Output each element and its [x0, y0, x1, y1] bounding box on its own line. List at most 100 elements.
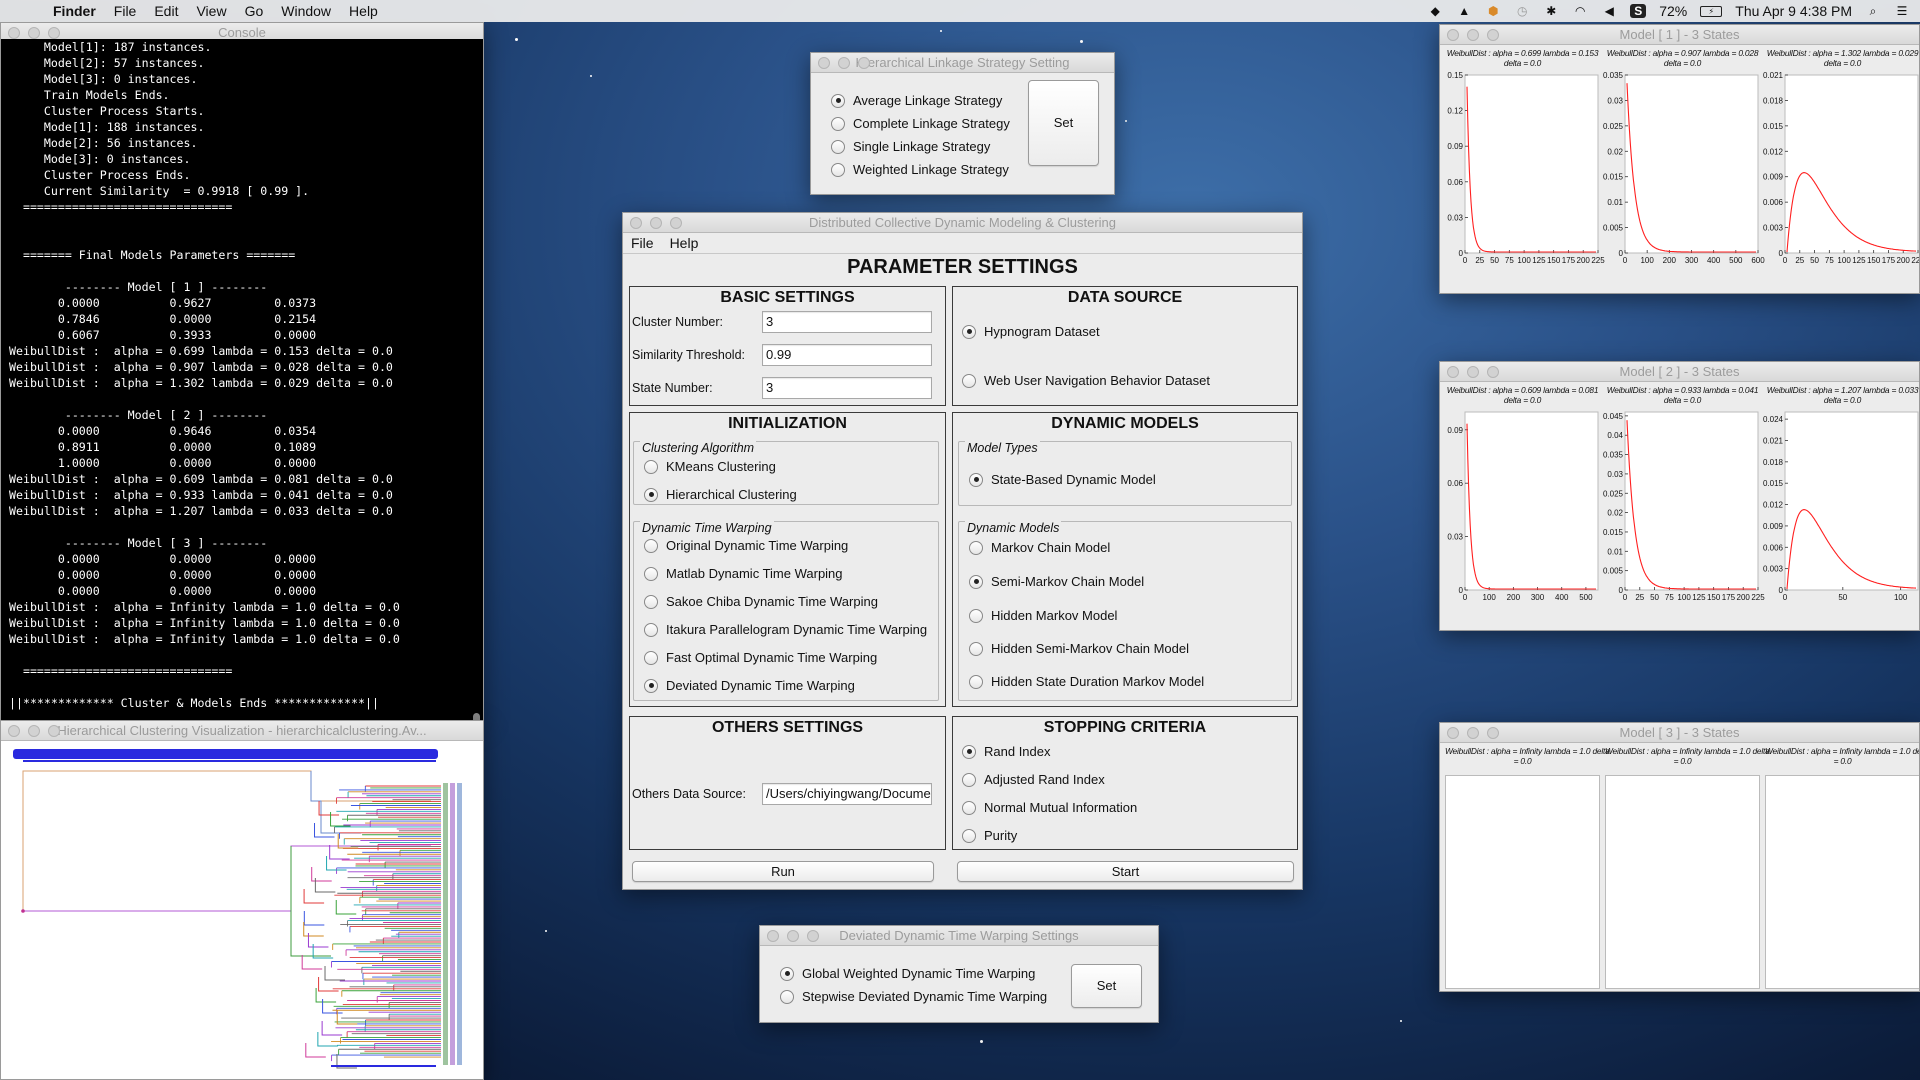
- zoom-button[interactable]: [1487, 29, 1499, 41]
- minimize-button[interactable]: [28, 27, 40, 39]
- y-tick-label: 0.09: [1447, 142, 1463, 151]
- menu-edit[interactable]: Edit: [145, 3, 187, 19]
- zoom-button[interactable]: [48, 725, 60, 737]
- radio-itakura-dtw[interactable]: Itakura Parallelogram Dynamic Time Warpi…: [644, 622, 927, 637]
- model-3-titlebar[interactable]: Model [ 3 ] - 3 States: [1440, 723, 1919, 743]
- model-1-titlebar[interactable]: Model [ 1 ] - 3 States: [1440, 25, 1919, 45]
- others-data-source-field[interactable]: /Users/chiyingwang/Docume: [762, 783, 932, 805]
- menu-window[interactable]: Window: [272, 3, 340, 19]
- model-2-titlebar[interactable]: Model [ 2 ] - 3 States: [1440, 362, 1919, 382]
- close-button[interactable]: [8, 27, 20, 39]
- notification-center-icon[interactable]: ☰: [1894, 4, 1910, 18]
- radio-rand-index[interactable]: Rand Index: [962, 744, 1051, 759]
- minimize-button[interactable]: [650, 217, 662, 229]
- volume-icon[interactable]: ◀: [1601, 4, 1617, 18]
- close-button[interactable]: [8, 725, 20, 737]
- time-machine-icon[interactable]: ◷: [1514, 4, 1530, 18]
- radio-purity[interactable]: Purity: [962, 828, 1017, 843]
- dendrogram-canvas[interactable]: [1, 741, 483, 1079]
- state-number-field[interactable]: 3: [762, 377, 932, 399]
- radio-hidden-state-duration[interactable]: Hidden State Duration Markov Model: [969, 674, 1204, 689]
- radio-original-dtw[interactable]: Original Dynamic Time Warping: [644, 538, 848, 553]
- cluster-number-field[interactable]: 3: [762, 311, 932, 333]
- radio-semi-markov-chain[interactable]: Semi-Markov Chain Model: [969, 574, 1144, 589]
- ddtw-set-button[interactable]: Set: [1071, 964, 1142, 1008]
- dropbox-icon[interactable]: ◆: [1427, 4, 1443, 18]
- menu-go[interactable]: Go: [236, 3, 273, 19]
- minimize-button[interactable]: [1467, 727, 1479, 739]
- menu-file[interactable]: File: [105, 3, 146, 19]
- radio-normal-mutual-information[interactable]: Normal Mutual Information: [962, 800, 1137, 815]
- menu-view[interactable]: View: [187, 3, 235, 19]
- zoom-button[interactable]: [670, 217, 682, 229]
- minimize-button[interactable]: [787, 930, 799, 942]
- radio-hidden-semi-markov[interactable]: Hidden Semi-Markov Chain Model: [969, 641, 1189, 656]
- radio-label: Itakura Parallelogram Dynamic Time Warpi…: [666, 622, 928, 637]
- main-titlebar[interactable]: Distributed Collective Dynamic Modeling …: [623, 213, 1302, 233]
- battery-percent[interactable]: 72%: [1659, 3, 1687, 19]
- console-line: 0.0000 0.0000 0.0000: [9, 568, 317, 582]
- radio-average-linkage[interactable]: Average Linkage Strategy: [831, 93, 1002, 108]
- radio-state-based-model[interactable]: State-Based Dynamic Model: [969, 472, 1156, 487]
- menu-finder[interactable]: Finder: [44, 3, 105, 19]
- radio-weighted-linkage[interactable]: Weighted Linkage Strategy: [831, 162, 1009, 177]
- clock[interactable]: Thu Apr 9 4:38 PM: [1735, 3, 1852, 19]
- zoom-button[interactable]: [1487, 366, 1499, 378]
- close-button[interactable]: [1447, 727, 1459, 739]
- start-button[interactable]: Start: [957, 861, 1294, 882]
- radio-hierarchical[interactable]: Hierarchical Clustering: [644, 487, 797, 502]
- console-line: WeibullDist : alpha = Infinity lambda = …: [9, 632, 400, 646]
- similarity-threshold-field[interactable]: 0.99: [762, 344, 932, 366]
- wifi-icon[interactable]: ◠: [1572, 4, 1588, 18]
- drive-icon[interactable]: ▲: [1456, 4, 1472, 18]
- console-output[interactable]: Model[1]: 187 instances. Model[2]: 57 in…: [1, 39, 483, 721]
- radio-sakoe-chiba-dtw[interactable]: Sakoe Chiba Dynamic Time Warping: [644, 594, 878, 609]
- radio-single-linkage[interactable]: Single Linkage Strategy: [831, 139, 990, 154]
- console-line: WeibullDist : alpha = 0.699 lambda = 0.1…: [9, 344, 393, 358]
- empty-plot-area: [1605, 775, 1760, 989]
- close-button[interactable]: [1447, 29, 1459, 41]
- skype-icon[interactable]: S: [1630, 4, 1647, 18]
- radio-adjusted-rand-index[interactable]: Adjusted Rand Index: [962, 772, 1105, 787]
- radio-stepwise-deviated-dtw[interactable]: Stepwise Deviated Dynamic Time Warping: [780, 989, 1047, 1004]
- radio-indicator: [831, 93, 845, 108]
- minimize-button[interactable]: [1467, 29, 1479, 41]
- radio-kmeans[interactable]: KMeans Clustering: [644, 459, 776, 474]
- radio-indicator: [644, 678, 658, 693]
- zoom-button[interactable]: [1487, 727, 1499, 739]
- close-button[interactable]: [1447, 366, 1459, 378]
- minimize-button[interactable]: [1467, 366, 1479, 378]
- radio-deviated-dtw[interactable]: Deviated Dynamic Time Warping: [644, 678, 855, 693]
- radio-global-weighted-dtw[interactable]: Global Weighted Dynamic Time Warping: [780, 966, 1035, 981]
- radio-fast-optimal-dtw[interactable]: Fast Optimal Dynamic Time Warping: [644, 650, 877, 665]
- close-button[interactable]: [630, 217, 642, 229]
- radio-complete-linkage[interactable]: Complete Linkage Strategy: [831, 116, 1010, 131]
- minimize-button[interactable]: [28, 725, 40, 737]
- radio-hypnogram-dataset[interactable]: Hypnogram Dataset: [962, 324, 1100, 339]
- radio-web-navigation-dataset[interactable]: Web User Navigation Behavior Dataset: [962, 373, 1210, 388]
- bluetooth-icon[interactable]: ✱: [1543, 4, 1559, 18]
- app-menu-help[interactable]: Help: [662, 235, 707, 251]
- radio-markov-chain[interactable]: Markov Chain Model: [969, 540, 1110, 555]
- radio-matlab-dtw[interactable]: Matlab Dynamic Time Warping: [644, 566, 843, 581]
- zoom-button[interactable]: [48, 27, 60, 39]
- ddtw-titlebar[interactable]: Deviated Dynamic Time Warping Settings: [760, 926, 1158, 946]
- zoom-button[interactable]: [807, 930, 819, 942]
- linkage-set-button[interactable]: Set: [1028, 80, 1099, 166]
- zoom-button[interactable]: [858, 57, 870, 69]
- y-tick-label: 0.012: [1763, 501, 1784, 510]
- close-button[interactable]: [818, 57, 830, 69]
- run-button[interactable]: Run: [632, 861, 934, 882]
- menu-help[interactable]: Help: [340, 3, 387, 19]
- dendrogram-titlebar[interactable]: Hierarchical Clustering Visualization - …: [1, 721, 483, 741]
- app-menu-file[interactable]: File: [623, 235, 662, 251]
- dendrogram-title: Hierarchical Clustering Visualization - …: [57, 723, 427, 738]
- close-button[interactable]: [767, 930, 779, 942]
- minimize-button[interactable]: [838, 57, 850, 69]
- battery-icon[interactable]: ⚡: [1700, 5, 1723, 17]
- y-tick-label: 0.035: [1603, 71, 1624, 80]
- radio-hidden-markov[interactable]: Hidden Markov Model: [969, 608, 1117, 623]
- box-app-icon[interactable]: ⬢: [1485, 4, 1501, 18]
- spotlight-search-icon[interactable]: ⌕: [1865, 4, 1881, 18]
- linkage-titlebar[interactable]: Hierarchical Linkage Strategy Setting: [811, 53, 1114, 73]
